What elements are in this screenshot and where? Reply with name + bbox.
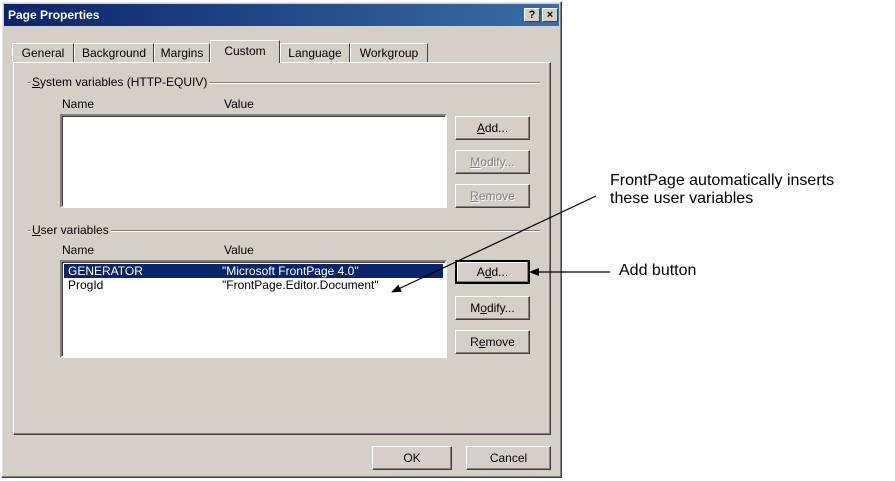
arrow-to-user-vars [391,195,597,293]
callout-arrows [391,195,610,293]
